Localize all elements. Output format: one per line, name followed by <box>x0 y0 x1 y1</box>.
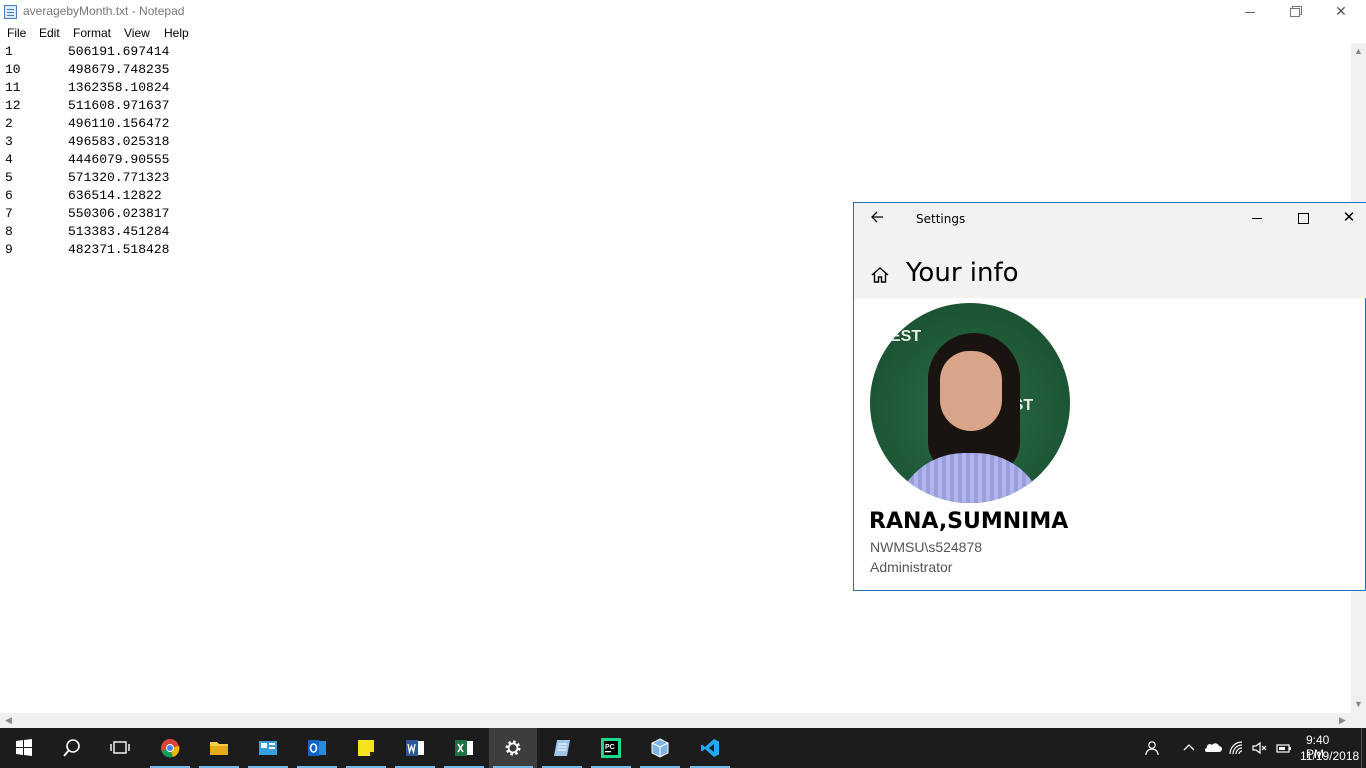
notepad-icon <box>554 740 570 756</box>
people-icon[interactable] <box>1144 739 1162 757</box>
notepad-menubar: File Edit Format View Help <box>0 24 1366 43</box>
avatar-face <box>940 351 1002 431</box>
horizontal-scrollbar[interactable]: ◀ ▶ <box>0 713 1351 728</box>
excel-icon <box>455 740 473 756</box>
scroll-left-icon[interactable]: ◀ <box>0 713 17 728</box>
clock-date[interactable]: 11/19/2018 <box>1300 749 1359 763</box>
start-icon <box>16 739 32 756</box>
notepad-app-icon[interactable] <box>4 5 17 19</box>
sticky-notes-icon <box>358 740 374 756</box>
taskbar-sticky-notes[interactable] <box>342 728 390 768</box>
close-icon: ✕ <box>1335 3 1347 19</box>
file-explorer-icon <box>210 742 228 755</box>
battery-icon[interactable] <box>1275 739 1293 757</box>
page-title: Your info <box>906 258 1019 288</box>
wifi-icon[interactable] <box>1228 739 1246 757</box>
avatar-logo-text: EST <box>890 328 922 345</box>
scroll-right-icon[interactable]: ▶ <box>1334 713 1351 728</box>
scrollbar-corner <box>1351 713 1366 728</box>
word-icon <box>406 740 424 756</box>
taskbar-vscode[interactable] <box>686 728 734 768</box>
settings-close-button[interactable]: ✕ <box>1326 203 1366 235</box>
minimize-button[interactable] <box>1227 0 1273 24</box>
close-button[interactable]: ✕ <box>1318 0 1364 24</box>
maximize-icon <box>1297 212 1309 224</box>
taskbar-virtualbox[interactable] <box>636 728 684 768</box>
menu-help[interactable]: Help <box>164 26 189 40</box>
settings-header: Settings ✕ Your info <box>854 203 1366 298</box>
chevron-up-icon[interactable] <box>1180 739 1198 757</box>
taskbar-chrome[interactable] <box>146 728 194 768</box>
notepad-title: averagebyMonth.txt - Notepad <box>23 4 185 18</box>
restore-icon <box>1290 7 1300 17</box>
control-panel-icon <box>259 741 277 755</box>
minimize-icon <box>1252 217 1262 219</box>
outlook-icon <box>308 740 326 756</box>
avatar: EST EST <box>870 303 1070 503</box>
scroll-down-icon[interactable]: ▼ <box>1351 696 1366 713</box>
pycharm-icon: PC <box>601 738 621 758</box>
minimize-icon <box>1245 11 1255 13</box>
user-name: RANA,SUMNIMA <box>869 509 1069 534</box>
menu-edit[interactable]: Edit <box>39 26 60 40</box>
taskbar-outlook[interactable] <box>293 728 341 768</box>
svg-text:PC: PC <box>605 744 615 751</box>
chrome-icon <box>161 739 180 758</box>
taskbar-word[interactable] <box>391 728 439 768</box>
scroll-up-icon[interactable]: ▲ <box>1351 43 1366 60</box>
restore-button[interactable] <box>1272 0 1318 24</box>
taskbar-file-explorer[interactable] <box>195 728 243 768</box>
notepad-titlebar[interactable]: averagebyMonth.txt - Notepad ✕ <box>0 0 1366 24</box>
menu-format[interactable]: Format <box>73 26 111 40</box>
settings-maximize-button[interactable] <box>1280 203 1326 235</box>
menu-view[interactable]: View <box>124 26 150 40</box>
back-arrow-icon[interactable] <box>870 210 884 229</box>
search-icon <box>63 739 80 757</box>
search-button[interactable] <box>48 728 96 768</box>
task-view-button[interactable] <box>96 728 144 768</box>
taskbar: PC 9:40 PM 11/19/2018 <box>0 728 1366 768</box>
taskbar-settings[interactable] <box>489 728 537 768</box>
settings-window: Settings ✕ Your info EST EST RANA,SUMNIM… <box>853 202 1366 591</box>
settings-title: Settings <box>916 212 966 226</box>
settings-minimize-button[interactable] <box>1234 203 1280 235</box>
onedrive-icon[interactable] <box>1204 739 1222 757</box>
user-role: Administrator <box>870 559 953 575</box>
show-desktop-button[interactable] <box>1361 728 1366 768</box>
vscode-icon <box>701 739 719 757</box>
close-icon: ✕ <box>1342 209 1356 226</box>
user-account: NWMSU\s524878 <box>870 539 983 555</box>
taskbar-excel[interactable] <box>440 728 488 768</box>
taskbar-control-panel[interactable] <box>244 728 292 768</box>
virtualbox-icon <box>651 738 669 758</box>
settings-icon <box>505 740 521 756</box>
taskbar-notepad[interactable] <box>538 728 586 768</box>
start-button[interactable] <box>0 728 48 768</box>
home-icon[interactable] <box>870 265 890 285</box>
volume-muted-icon[interactable] <box>1251 739 1269 757</box>
task-view-icon <box>110 741 130 754</box>
menu-file[interactable]: File <box>7 26 26 40</box>
taskbar-pycharm[interactable]: PC <box>587 728 635 768</box>
avatar-shirt <box>894 453 1046 503</box>
